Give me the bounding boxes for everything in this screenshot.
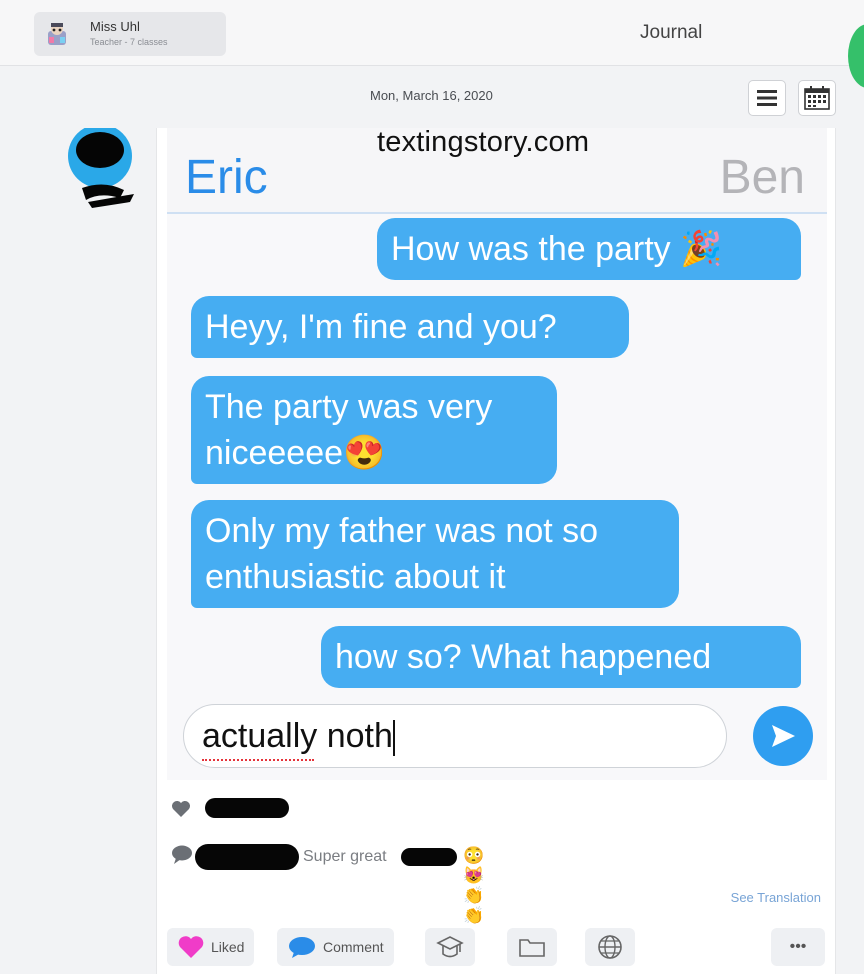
- page-title: Journal: [640, 22, 703, 43]
- graduation-cap-icon: [436, 936, 464, 958]
- comment-bubble-icon: [172, 845, 192, 864]
- message-bubble-sent: How was the party 🎉: [377, 218, 801, 280]
- calendar-icon: [804, 86, 830, 110]
- folder-button[interactable]: [507, 928, 557, 966]
- text-caret: [392, 720, 395, 757]
- comment-button-label: Comment: [323, 939, 384, 955]
- comment-text: Super great: [303, 848, 387, 865]
- chat-header: textingstory.com Eric Ben: [167, 128, 827, 214]
- heart-icon: [172, 801, 190, 817]
- comment-button[interactable]: Comment: [277, 928, 394, 966]
- message-line: The party was very: [205, 388, 493, 426]
- teacher-avatar-icon: [48, 23, 66, 45]
- more-options-button[interactable]: •••: [771, 928, 825, 966]
- typed-text: actually noth: [202, 717, 393, 755]
- redacted-text: [401, 848, 457, 866]
- contact-name-left: Eric: [185, 151, 268, 204]
- message-bubble-received: Only my father was not so enthusiastic a…: [191, 500, 679, 608]
- chat-screenshot-image: textingstory.com Eric Ben How was the pa…: [167, 128, 827, 780]
- send-arrow-icon: [772, 725, 795, 747]
- message-line: niceeeee😍: [205, 434, 386, 472]
- redacted-name: [205, 798, 289, 818]
- list-icon: [757, 90, 777, 106]
- message-bubble-received: Heyy, I'm fine and you?: [191, 296, 629, 358]
- post-date: Mon, March 16, 2020: [370, 88, 493, 103]
- teacher-name: Miss Uhl: [90, 19, 140, 34]
- like-button[interactable]: Liked: [167, 928, 255, 966]
- date-bar: Mon, March 16, 2020: [0, 66, 864, 128]
- redacted-name: [195, 844, 299, 870]
- see-translation-link[interactable]: See Translation: [731, 890, 821, 905]
- message-bubble-received: The party was very niceeeee😍: [191, 376, 557, 484]
- message-input[interactable]: actually noth: [183, 704, 727, 768]
- comment-icon: [289, 937, 315, 958]
- liked-heart-icon: [178, 936, 204, 958]
- message-line: Only my father was not so: [205, 512, 599, 550]
- comment-emojis: 😳😻👏👏: [463, 846, 485, 925]
- teacher-subtitle: Teacher - 7 classes: [90, 37, 168, 47]
- folder-icon: [519, 939, 545, 957]
- more-icon: •••: [789, 938, 807, 955]
- spellcheck-underline: [202, 757, 314, 761]
- calendar-view-button[interactable]: [798, 80, 836, 116]
- teacher-profile-chip[interactable]: Miss Uhl Teacher - 7 classes: [34, 12, 226, 56]
- send-button[interactable]: [753, 706, 813, 766]
- watermark-text: textingstory.com: [377, 128, 590, 158]
- like-button-label: Liked: [211, 939, 245, 955]
- message-line: enthusiastic about it: [205, 558, 506, 596]
- top-bar: Miss Uhl Teacher - 7 classes Journal: [0, 0, 864, 88]
- student-avatar: [68, 128, 134, 208]
- translate-button[interactable]: [585, 928, 635, 966]
- list-view-button[interactable]: [748, 80, 786, 116]
- contact-name-right: Ben: [719, 151, 805, 204]
- message-bubble-sent: how so? What happened: [321, 626, 801, 688]
- skills-button[interactable]: [425, 928, 475, 966]
- message-input-value[interactable]: actually noth: [202, 717, 395, 757]
- journal-post-card: textingstory.com Eric Ben How was the pa…: [156, 128, 836, 974]
- globe-icon: [598, 935, 622, 959]
